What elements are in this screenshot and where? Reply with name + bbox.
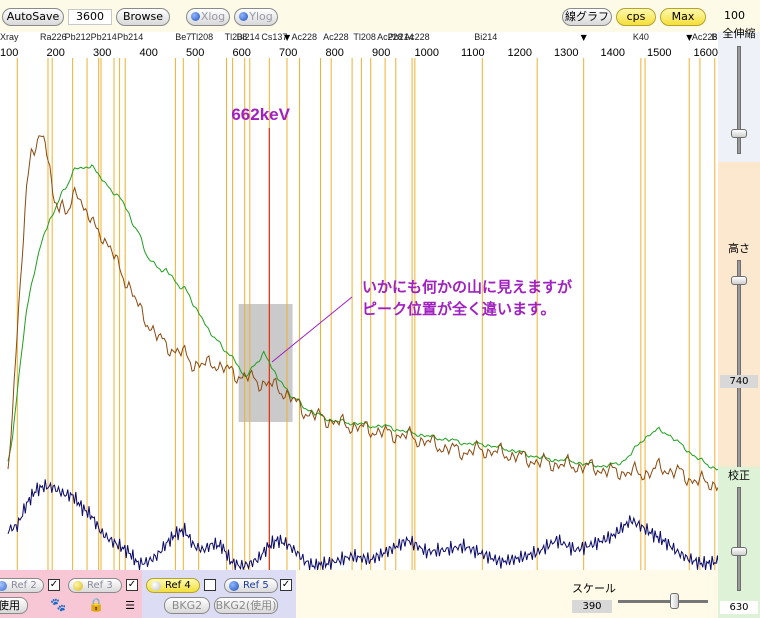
peak-label: K40 — [633, 32, 649, 42]
peak-label: Bi214 — [237, 32, 260, 42]
paw-icon[interactable]: 🐾 — [50, 598, 66, 614]
ref5-label: Ref 5 — [243, 580, 269, 591]
height-section: 高さ 740 — [718, 162, 760, 496]
peak-arrow: ▼ — [284, 33, 291, 42]
ref3-icon — [73, 581, 83, 591]
ref3-label: Ref 3 — [87, 580, 113, 591]
x-tick-label: 800 — [326, 47, 344, 59]
ylog-icon — [239, 12, 249, 21]
ref4-icon — [151, 581, 161, 591]
calibration-label: 校正 — [728, 469, 750, 482]
bkg2-button[interactable]: BKG2 — [164, 597, 210, 614]
time-input[interactable]: 3600 — [68, 9, 112, 25]
peak-label: Tl208 — [353, 32, 376, 42]
ref3-checkbox[interactable]: ✓ — [126, 579, 138, 591]
spectrum-plot[interactable]: Xray Ra226 Pb212 Pb214 Pb214 Be7 Tl208 Tl208 Bi2… — [0, 32, 718, 570]
bkg2-use-button[interactable]: BKG2(使用) — [214, 597, 278, 614]
right-panel: 全伸縮 高さ 740 校正 630 — [718, 27, 760, 618]
zoom-section: 全伸縮 — [718, 27, 760, 162]
max-button[interactable]: Max — [660, 8, 706, 26]
spectrum-analyzer-window: { "toolbar": { "autosave_label": "AutoSa… — [0, 0, 760, 618]
ref5-button[interactable]: Ref 5 — [224, 578, 278, 593]
ref3-button[interactable]: Ref 3 — [68, 578, 122, 593]
peak-label: Pb214 — [91, 32, 117, 42]
zoom-label: 全伸縮 — [722, 27, 756, 40]
ref5-checkbox[interactable]: ✓ — [280, 579, 292, 591]
x-tick-label: 1600 — [694, 47, 718, 59]
ref4-label: Ref 4 — [165, 580, 191, 591]
top-right-value: 100 — [724, 9, 745, 22]
calibration-section: 校正 630 — [718, 467, 760, 618]
xlog-icon — [190, 12, 200, 21]
peak-label: Ac228 — [292, 32, 318, 42]
peak-label: Ac228 — [323, 32, 349, 42]
x-tick-label: 1100 — [461, 47, 485, 59]
x-tick-label: 400 — [140, 47, 158, 59]
peak-arrow: ▼ — [581, 33, 588, 42]
list-icon[interactable]: ☰ — [122, 598, 138, 614]
ref2-button[interactable]: Ref 2 — [0, 578, 44, 593]
peak-label: Ac228 — [404, 32, 430, 42]
reference-group-left: Ref 2 ✓ Ref 3 ✓ 使用 🐾 🔒 — [0, 570, 142, 618]
peak-arrow: ▼ — [686, 33, 693, 42]
calibration-value: 630 — [720, 601, 758, 614]
ref2-icon — [0, 581, 7, 591]
scale-slider-track[interactable] — [618, 600, 708, 603]
height-value: 740 — [720, 375, 758, 388]
xlog-button[interactable]: Xlog — [186, 8, 230, 26]
annotation-text: いかにも何かの山に見えますが — [362, 278, 573, 296]
highlight-region — [238, 304, 293, 422]
ylog-button[interactable]: Ylog — [234, 8, 278, 26]
scale-value: 390 — [572, 600, 612, 613]
zoom-slider-thumb[interactable] — [731, 129, 747, 138]
peak-label: Xray — [0, 32, 19, 42]
x-tick-label: 1000 — [415, 47, 439, 59]
spectrum-chart: Xray Ra226Pb212 Pb214 Pb214 Be7 Tl208 Tl208Bi2… — [0, 32, 718, 570]
x-tick-label: 700 — [279, 47, 297, 59]
cps-button[interactable]: cps — [616, 8, 656, 26]
use-button[interactable]: 使用 — [0, 597, 28, 614]
calibration-slider-track[interactable] — [737, 487, 741, 591]
ref4-button[interactable]: Ref 4 — [146, 578, 200, 593]
xlog-label: Xlog — [200, 10, 226, 23]
x-tick-label: 1500 — [647, 47, 671, 59]
line-graph-button[interactable]: 線グラフ — [562, 8, 612, 26]
peak-label: Be7 — [175, 32, 191, 42]
browse-button[interactable]: Browse — [116, 8, 170, 26]
peak-label: Bi214 — [474, 32, 497, 42]
x-tick-label: 1400 — [601, 47, 625, 59]
ylog-label: Ylog — [249, 10, 273, 23]
x-tick-label: 100 — [0, 47, 18, 59]
height-slider-thumb[interactable] — [731, 276, 747, 285]
annotation-text: ピーク位置が全く違います。 — [362, 300, 556, 318]
ref2-label: Ref 2 — [11, 580, 37, 591]
ref5-icon — [229, 581, 239, 591]
bottom-bar: Ref 2 ✓ Ref 3 ✓ 使用 🐾 🔒 Ref 4 Ref 5 ✓ ☰ B… — [0, 570, 718, 618]
reference-group-right: Ref 4 Ref 5 ✓ ☰ BKG2 BKG2(使用) — [125, 570, 296, 618]
scale-section: スケール 390 — [560, 570, 718, 618]
scale-slider-thumb[interactable] — [670, 593, 679, 609]
x-tick-label: 500 — [186, 47, 204, 59]
autosave-button[interactable]: AutoSave — [2, 8, 64, 26]
x-tick-label: 900 — [372, 47, 390, 59]
calibration-slider-thumb[interactable] — [731, 547, 747, 556]
ref2-checkbox[interactable]: ✓ — [48, 579, 60, 591]
scale-label: スケール — [572, 582, 616, 595]
ref4-checkbox[interactable] — [204, 579, 216, 591]
lock-icon[interactable]: 🔒 — [88, 598, 104, 614]
x-tick-label: 600 — [233, 47, 251, 59]
peak-label: Pb212 — [65, 32, 91, 42]
x-tick-label: 1300 — [554, 47, 578, 59]
peak-label: Ra226 — [40, 32, 67, 42]
x-tick-label: 300 — [93, 47, 111, 59]
peak-label: Pb214 — [117, 32, 143, 42]
x-tick-label: 200 — [47, 47, 65, 59]
peak-label: Tl208 — [191, 32, 214, 42]
toolbar: AutoSave 3600 Browse Xlog Ylog 線グラフ cps … — [0, 0, 760, 32]
marker-label: 662keV — [231, 105, 290, 124]
x-tick-label: 1200 — [508, 47, 532, 59]
height-label: 高さ — [728, 242, 750, 255]
